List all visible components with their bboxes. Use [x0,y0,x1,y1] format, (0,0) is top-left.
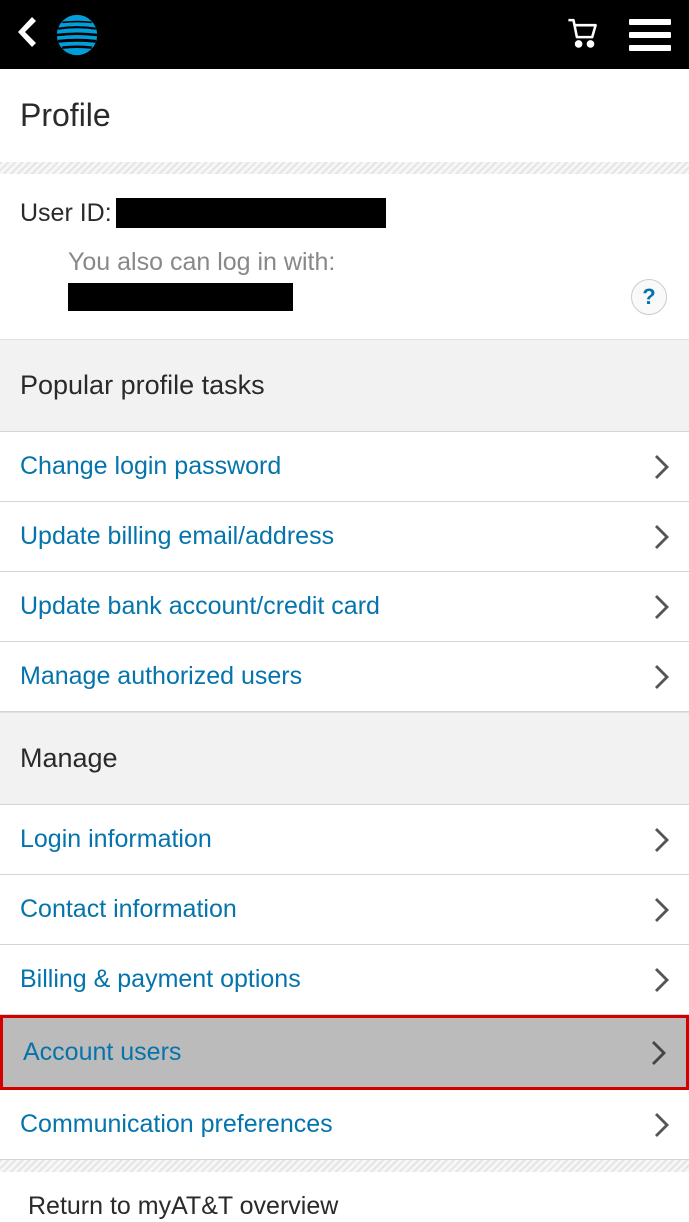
user-id-label: User ID: [20,199,112,228]
item-communication-preferences[interactable]: Communication preferences [0,1090,689,1160]
item-change-login-password[interactable]: Change login password [0,432,689,502]
chevron-right-icon [655,898,669,922]
item-label: Manage authorized users [20,662,302,691]
item-login-information[interactable]: Login information [0,805,689,875]
item-label: Update billing email/address [20,522,334,551]
cart-icon[interactable] [565,15,599,54]
item-update-bank-account[interactable]: Update bank account/credit card [0,572,689,642]
chevron-right-icon [655,828,669,852]
chevron-right-icon [655,968,669,992]
chevron-right-icon [655,595,669,619]
header-right [565,15,671,54]
item-account-users[interactable]: Account users [0,1015,689,1090]
page-title-section: Profile [0,69,689,162]
item-label: Account users [23,1038,181,1067]
header-left [18,14,98,56]
item-contact-information[interactable]: Contact information [0,875,689,945]
chevron-right-icon [652,1041,666,1065]
chevron-right-icon [655,665,669,689]
return-label: Return to myAT&T overview [28,1192,338,1220]
item-update-billing-email[interactable]: Update billing email/address [0,502,689,572]
redacted-user-id [116,198,386,228]
item-label: Change login password [20,452,281,481]
back-icon[interactable] [18,17,36,52]
return-link[interactable]: Return to myAT&T overview [0,1172,689,1222]
item-manage-authorized-users[interactable]: Manage authorized users [0,642,689,712]
redacted-login-alt [68,283,293,311]
hamburger-menu-icon[interactable] [629,19,671,51]
section-header-popular: Popular profile tasks [0,339,689,432]
chevron-right-icon [655,1113,669,1137]
item-label: Login information [20,825,212,854]
help-icon[interactable]: ? [631,279,667,315]
user-info-section: User ID: You also can log in with: ? [0,174,689,339]
att-logo-icon[interactable] [56,14,98,56]
chevron-right-icon [655,525,669,549]
page-title: Profile [20,97,669,134]
item-label: Contact information [20,895,237,924]
user-id-row: User ID: [20,198,669,228]
item-label: Billing & payment options [20,965,301,994]
login-with-text: You also can log in with: [68,248,669,277]
section-header-manage: Manage [0,712,689,805]
header-bar [0,0,689,69]
chevron-right-icon [655,455,669,479]
divider [0,162,689,174]
item-label: Communication preferences [20,1110,333,1139]
divider [0,1160,689,1172]
item-label: Update bank account/credit card [20,592,380,621]
item-billing-payment-options[interactable]: Billing & payment options [0,945,689,1015]
